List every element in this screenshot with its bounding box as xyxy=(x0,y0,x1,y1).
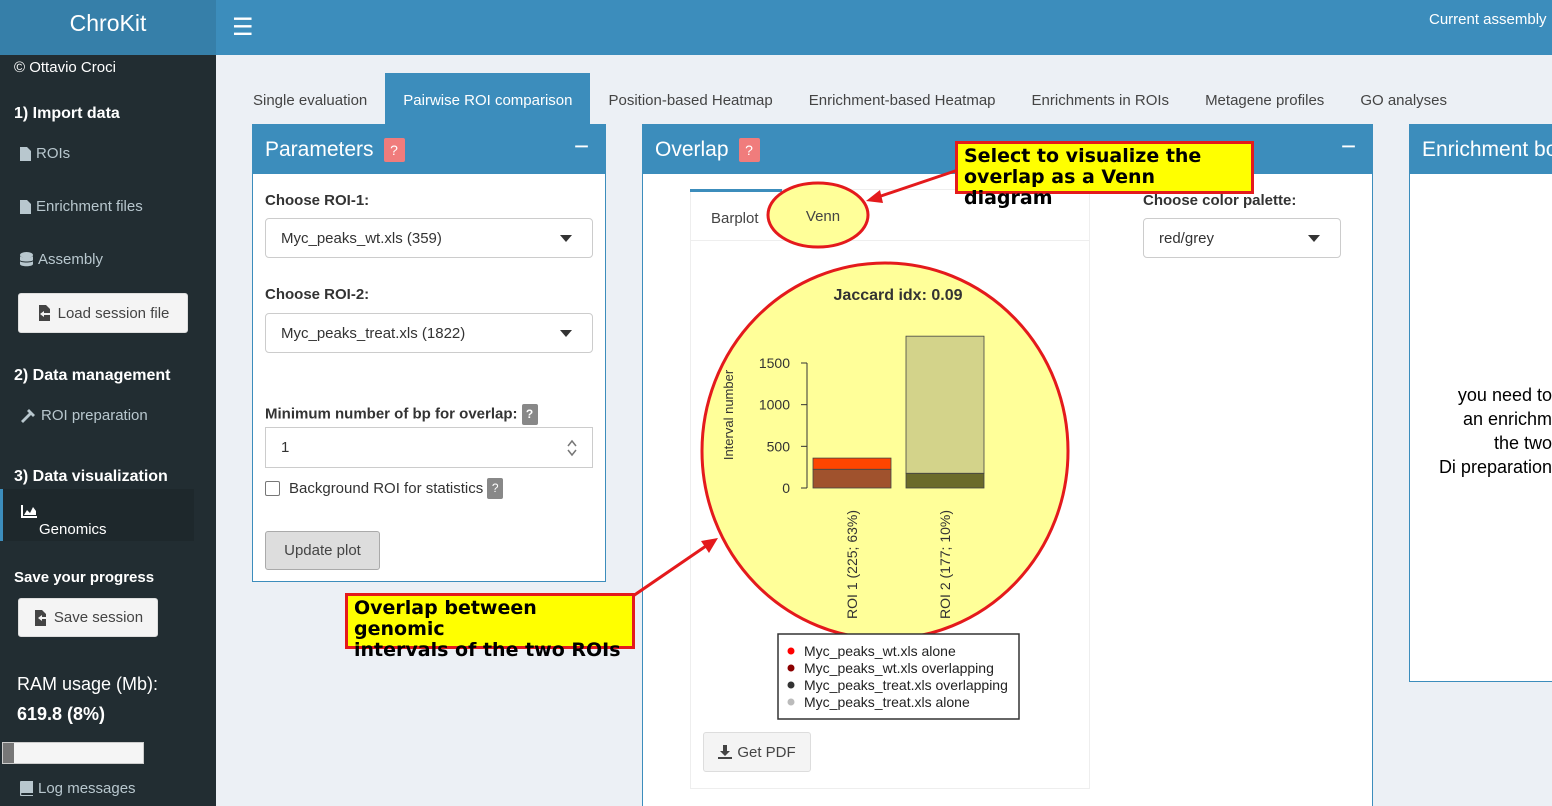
y-axis-label: Interval number xyxy=(721,369,736,460)
legend-label: Myc_peaks_wt.xls overlapping xyxy=(804,660,994,676)
legend-label: Myc_peaks_wt.xls alone xyxy=(804,643,956,659)
bar-segment xyxy=(812,457,892,470)
overlap-chart-overlay: Venn Jaccard idx: 0.09 Interval number 0… xyxy=(632,168,1070,720)
callout-arrow-venn xyxy=(877,168,959,199)
arrowhead-icon xyxy=(866,190,883,203)
callout-venn: Select to visualize the overlap as a Ven… xyxy=(955,141,1254,209)
callout-arrow-overlap xyxy=(632,544,707,598)
highlight-ellipse-chart xyxy=(700,261,1070,641)
legend-swatch xyxy=(787,681,795,689)
y-tick-label: 1000 xyxy=(759,397,790,413)
bar-segment xyxy=(905,472,985,489)
y-tick-label: 1500 xyxy=(759,355,790,371)
legend-swatch xyxy=(787,698,795,706)
x-tick-label: ROI 1 (225; 63%) xyxy=(844,510,860,619)
subtab-venn[interactable]: Venn xyxy=(806,208,840,225)
legend-label: Myc_peaks_treat.xls alone xyxy=(804,694,970,710)
legend-swatch xyxy=(787,664,795,672)
callout-overlap: Overlap between genomic intervals of the… xyxy=(345,593,635,661)
y-tick-label: 500 xyxy=(767,438,791,454)
chart-title: Jaccard idx: 0.09 xyxy=(834,287,963,304)
bar-segment xyxy=(905,335,985,474)
arrowhead-icon xyxy=(701,538,718,553)
x-tick-label: ROI 2 (177; 10%) xyxy=(937,510,953,619)
y-tick-label: 0 xyxy=(782,480,790,496)
legend-swatch xyxy=(787,647,795,655)
legend-label: Myc_peaks_treat.xls overlapping xyxy=(804,677,1008,693)
bar-segment xyxy=(812,468,892,489)
